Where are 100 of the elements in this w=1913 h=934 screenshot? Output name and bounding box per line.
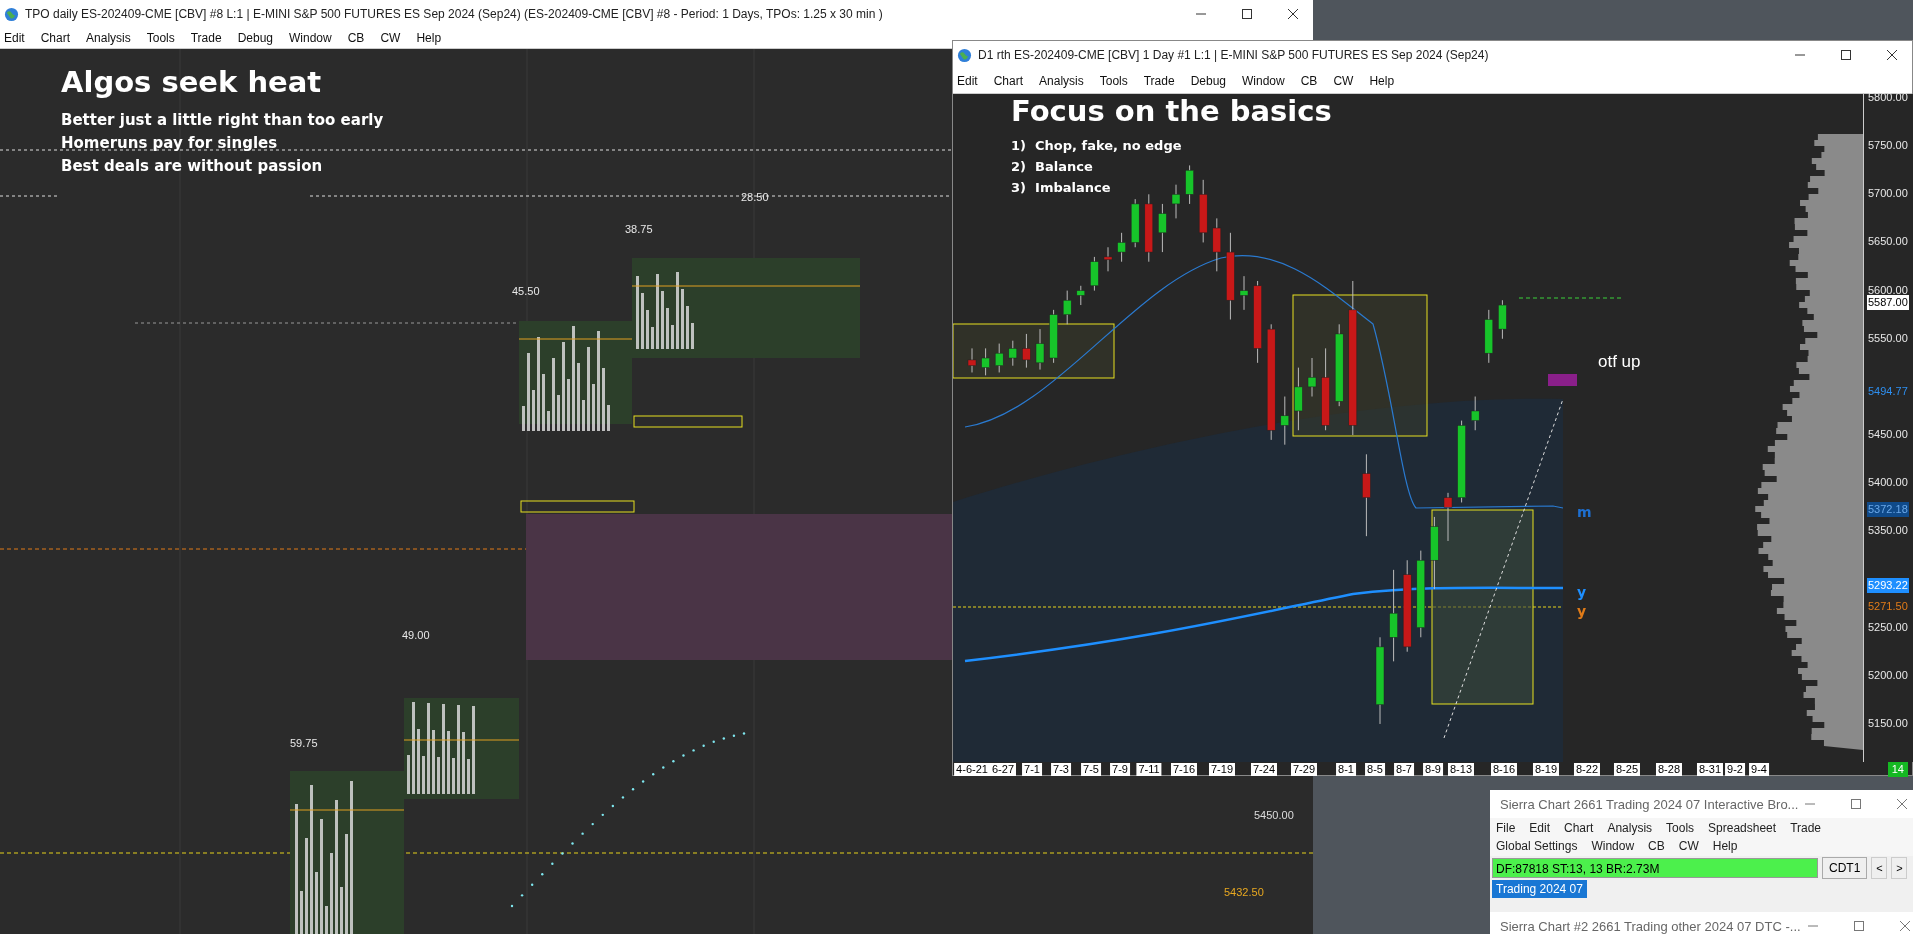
menu-item[interactable]: CB	[347, 31, 365, 45]
date-label: 9-2	[1725, 763, 1745, 776]
price-label: 5400.00	[1867, 475, 1909, 491]
profile-range-label: 28.50	[741, 191, 769, 203]
candlestick	[1239, 275, 1249, 311]
date-label: 7-16	[1171, 763, 1197, 776]
candlestick	[967, 347, 977, 373]
menu-item[interactable]: Window	[289, 31, 332, 45]
close-icon[interactable]	[1886, 49, 1898, 61]
date-label: 8-1	[1336, 763, 1356, 776]
maximize-icon[interactable]	[1241, 8, 1253, 20]
menu-item[interactable]: Help	[416, 31, 442, 45]
menu-item[interactable]: Edit	[1529, 819, 1551, 837]
menu-item[interactable]: CB	[1648, 837, 1665, 855]
corner-badge: 14	[1887, 762, 1908, 777]
menu-item[interactable]: Tools	[1099, 74, 1128, 88]
candlestick	[1008, 340, 1018, 367]
candlestick	[1022, 333, 1031, 369]
menu-item[interactable]: CW	[380, 31, 401, 45]
date-label: 8-25	[1614, 763, 1640, 776]
toolbar-button[interactable]: CDT1	[1822, 857, 1868, 879]
candlestick	[1158, 203, 1167, 253]
price-label: 5587.00	[1867, 295, 1909, 311]
menu-item[interactable]: File	[1496, 819, 1516, 837]
candlestick	[1035, 328, 1045, 371]
line-marker: m	[1577, 504, 1592, 520]
nav-button[interactable]: <	[1871, 857, 1888, 879]
candlestick	[1090, 256, 1099, 292]
candlestick	[1212, 217, 1222, 272]
date-label: 7-3	[1051, 763, 1071, 776]
date-label: 7-19	[1209, 763, 1235, 776]
date-label: 7-11	[1136, 763, 1162, 776]
candlestick	[1103, 246, 1113, 272]
menu-item[interactable]: Debug	[1190, 74, 1226, 88]
menu-item[interactable]: Help	[1712, 837, 1738, 855]
globe-icon	[4, 6, 19, 22]
menu-item[interactable]: Chart	[993, 74, 1024, 88]
profile-range-label: 49.00	[402, 629, 430, 641]
menu-item[interactable]: Trade	[190, 31, 222, 45]
menu-item[interactable]: Global Settings	[1496, 837, 1578, 855]
date-label: 7-9	[1110, 763, 1130, 776]
menu-item[interactable]: Tools	[146, 31, 175, 45]
tab[interactable]: Trading 2024 07	[1492, 880, 1587, 898]
nav-button[interactable]: >	[1891, 857, 1908, 879]
menu-item[interactable]: CB	[1300, 74, 1318, 88]
date-label: 8-5	[1365, 763, 1385, 776]
menu-item[interactable]: CW	[1678, 837, 1699, 855]
close-icon[interactable]	[1287, 8, 1299, 20]
date-label: 9-4	[1749, 763, 1769, 776]
date-label: 7-29	[1291, 763, 1317, 776]
menu-item[interactable]: Spreadsheet	[1708, 819, 1777, 837]
candlestick	[1062, 290, 1072, 325]
maximize-icon[interactable]	[1840, 49, 1852, 61]
date-label: 7-1	[1022, 763, 1042, 776]
candlestick	[1130, 198, 1140, 248]
date-label: 6-27	[990, 763, 1016, 776]
candlestick	[1498, 299, 1507, 340]
price-label: 5350.00	[1867, 523, 1909, 539]
date-label: 8-7	[1394, 763, 1414, 776]
menu-item[interactable]: Tools	[1666, 819, 1695, 837]
chart-headline: Focus on the basics	[1011, 94, 1332, 128]
chart-headline: Algos seek heat	[61, 65, 323, 99]
menu-item[interactable]: Analysis	[1607, 819, 1653, 837]
menu-item[interactable]: Chart	[1564, 819, 1594, 837]
menu-item[interactable]: Analysis	[86, 31, 131, 45]
chart-note: Homeruns pay for singles	[61, 134, 279, 153]
date-label: 8-22	[1574, 763, 1600, 776]
menu-item[interactable]: Edit	[4, 31, 25, 45]
price-label: 5150.00	[1867, 715, 1909, 731]
candlestick	[1294, 367, 1303, 431]
menu-item[interactable]: CW	[1333, 74, 1354, 88]
price-label: 5432.50	[1224, 886, 1264, 898]
candlestick	[994, 343, 1004, 373]
date-label: 8-28	[1656, 763, 1682, 776]
price-label: 5494.77	[1867, 383, 1909, 399]
candlestick	[981, 347, 990, 376]
menu-item[interactable]: Edit	[957, 74, 978, 88]
menu-item[interactable]: Debug	[237, 31, 273, 45]
date-label: 8-19	[1533, 763, 1559, 776]
profile-range-label: 38.75	[625, 223, 653, 235]
menu-item[interactable]: Trade	[1143, 74, 1175, 88]
date-label: 7-24	[1251, 763, 1277, 776]
menu-item[interactable]: Help	[1369, 74, 1395, 88]
candlestick	[1185, 164, 1194, 205]
date-label: 4-6-21	[954, 763, 990, 776]
profile-range-label: 45.50	[512, 285, 540, 297]
menu-item[interactable]: Trade	[1790, 819, 1822, 837]
menu-item[interactable]: Analysis	[1039, 74, 1084, 88]
chart-note: 3) Imbalance	[1011, 180, 1112, 195]
chart-annotation: otf up	[1598, 352, 1641, 372]
chart-note: 2) Balance	[1011, 159, 1094, 174]
menu-item[interactable]: Chart	[40, 31, 71, 45]
price-label: 5271.50	[1867, 598, 1909, 614]
date-label: 8-13	[1448, 763, 1474, 776]
price-label: 5450.00	[1254, 809, 1294, 821]
menu-item[interactable]: Window	[1242, 74, 1285, 88]
line-marker: y	[1577, 584, 1587, 600]
menu-item[interactable]: Window	[1591, 837, 1635, 855]
globe-icon	[957, 47, 972, 63]
candlestick	[1484, 309, 1494, 364]
